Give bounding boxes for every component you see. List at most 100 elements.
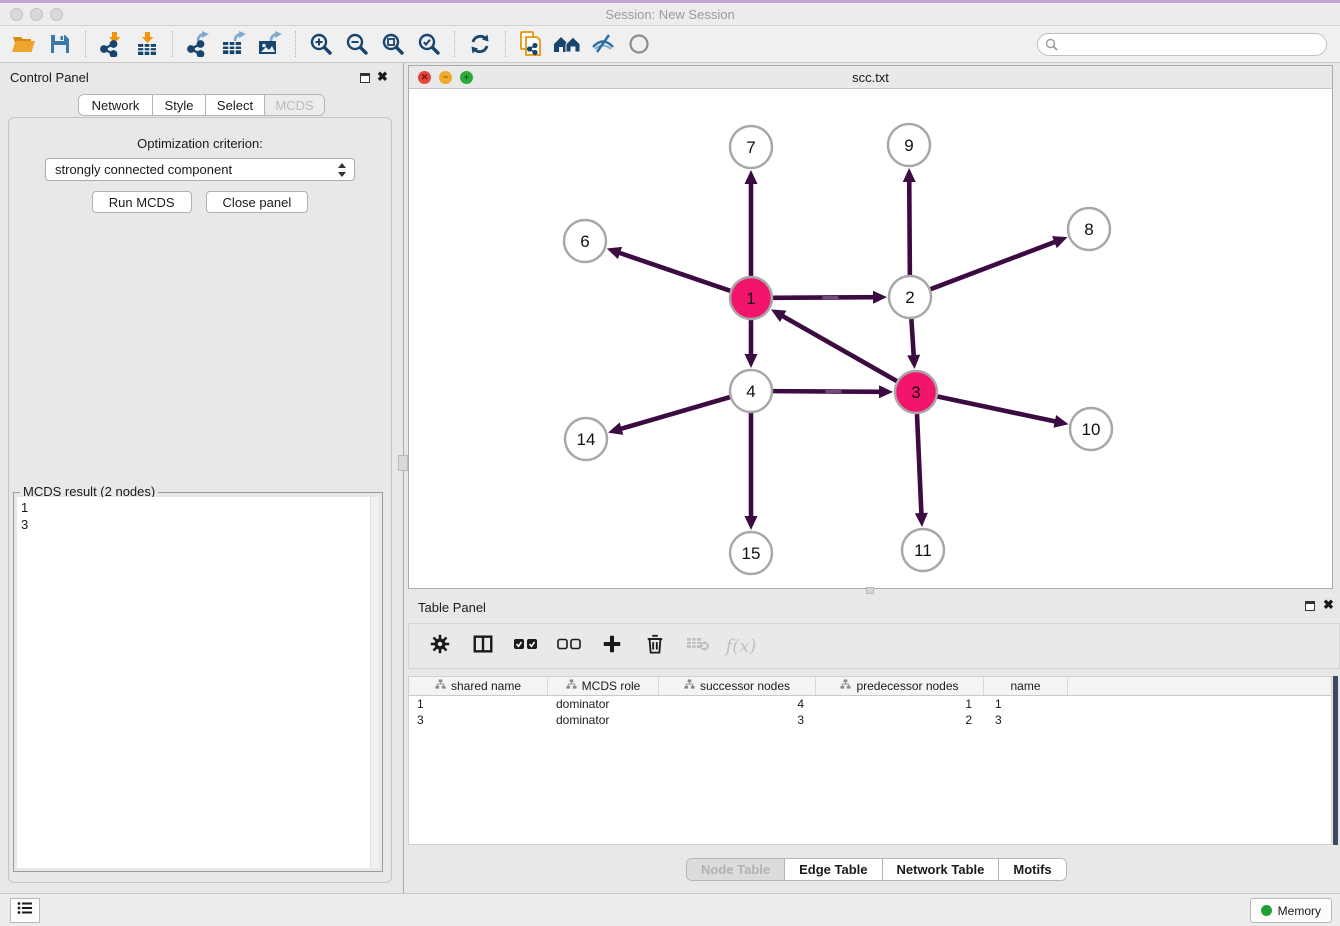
- float-panel-icon[interactable]: [360, 73, 370, 83]
- tab-style[interactable]: Style: [152, 95, 205, 115]
- function-builder-button[interactable]: f(x): [728, 633, 754, 659]
- cell-successor-nodes: 3: [659, 712, 816, 728]
- svg-text:10: 10: [1082, 420, 1101, 439]
- search-icon: [1045, 38, 1058, 56]
- svg-text:8: 8: [1084, 220, 1093, 239]
- tree-icon: [684, 679, 695, 693]
- table-panel: Table Panel ✖: [408, 595, 1340, 889]
- tab-edge-table[interactable]: Edge Table: [784, 859, 881, 880]
- mcds-panel-body: Optimization criterion: strongly connect…: [8, 117, 392, 883]
- tab-network-table[interactable]: Network Table: [882, 859, 999, 880]
- column-header-mcds-role[interactable]: MCDS role: [548, 677, 659, 695]
- close-panel-icon[interactable]: ✖: [377, 69, 388, 85]
- open-session-button[interactable]: [6, 28, 42, 60]
- import-table-button[interactable]: [129, 28, 165, 60]
- table-row[interactable]: 3 dominator 3 2 3: [409, 712, 1331, 728]
- cell-shared-name: 1: [409, 696, 548, 712]
- zoom-fit-button[interactable]: [375, 28, 411, 60]
- delete-table-icon: [686, 635, 710, 658]
- run-mcds-button[interactable]: Run MCDS: [92, 191, 192, 213]
- zoom-out-button[interactable]: [339, 28, 375, 60]
- toolbar-separator: [295, 31, 296, 57]
- zoom-selected-button[interactable]: [411, 28, 447, 60]
- tab-motifs[interactable]: Motifs: [998, 859, 1065, 880]
- show-column-panel-button[interactable]: [470, 633, 496, 659]
- table-scrollbar[interactable]: [1333, 676, 1338, 845]
- hide-graphics-details-button[interactable]: [585, 28, 621, 60]
- mcds-result-line: 3: [21, 516, 375, 533]
- table-panel-tabs: Node Table Edge Table Network Table Moti…: [686, 858, 1067, 881]
- memory-button[interactable]: Memory: [1250, 898, 1332, 923]
- zoom-fit-icon: [381, 32, 405, 56]
- result-scrollbar[interactable]: [370, 497, 379, 868]
- close-table-panel-icon[interactable]: ✖: [1323, 597, 1334, 613]
- show-hide-button[interactable]: [621, 28, 657, 60]
- delete-column-button[interactable]: [642, 633, 668, 659]
- network-canvas[interactable]: 1234678910111415: [409, 89, 1332, 588]
- column-header-name[interactable]: name: [984, 677, 1068, 695]
- apply-layout-button[interactable]: [462, 28, 498, 60]
- table-panel-title: Table Panel: [418, 600, 486, 615]
- column-header-shared-name[interactable]: shared name: [409, 677, 548, 695]
- svg-text:15: 15: [742, 544, 761, 563]
- task-history-button[interactable]: [10, 898, 40, 923]
- export-network-button[interactable]: [180, 28, 216, 60]
- control-panel-header: Control Panel ✖: [0, 66, 400, 90]
- import-network-button[interactable]: [93, 28, 129, 60]
- svg-text:14: 14: [577, 430, 596, 449]
- network-window-titlebar[interactable]: ✕ − + scc.txt: [409, 66, 1332, 89]
- node-table: shared name MCDS role successor nodes pr…: [408, 676, 1332, 845]
- dropdown-stepper-icon: [337, 162, 348, 178]
- tab-select[interactable]: Select: [205, 95, 264, 115]
- export-image-icon: [257, 31, 283, 57]
- delete-table-button[interactable]: [685, 633, 711, 659]
- mcds-result-box: MCDS result (2 nodes) 1 3: [13, 492, 383, 872]
- home-neighbors-button[interactable]: [549, 28, 585, 60]
- criterion-dropdown[interactable]: strongly connected component: [45, 158, 355, 181]
- memory-label: Memory: [1278, 904, 1321, 918]
- export-image-button[interactable]: [252, 28, 288, 60]
- zoom-in-button[interactable]: [303, 28, 339, 60]
- zoom-selected-icon: [417, 32, 441, 56]
- panel-divider[interactable]: [403, 63, 404, 893]
- cell-mcds-role: dominator: [548, 712, 659, 728]
- svg-text:9: 9: [904, 136, 913, 155]
- svg-text:4: 4: [746, 382, 755, 401]
- table-row[interactable]: 1 dominator 4 1 1: [409, 696, 1331, 712]
- export-table-button[interactable]: [216, 28, 252, 60]
- copy-network-document-icon: [518, 30, 544, 58]
- mcds-result-text[interactable]: 1 3: [17, 497, 379, 868]
- create-column-button[interactable]: [599, 633, 625, 659]
- checked-boxes-icon: [514, 637, 538, 655]
- split-columns-icon: [472, 633, 494, 660]
- cell-predecessor-nodes: 2: [816, 712, 984, 728]
- cell-name: 3: [984, 712, 1068, 728]
- gear-icon: [429, 633, 451, 660]
- svg-text:6: 6: [580, 232, 589, 251]
- table-panel-header: Table Panel ✖: [408, 595, 1340, 619]
- save-session-button[interactable]: [42, 28, 78, 60]
- tree-icon: [435, 679, 446, 693]
- status-bar: Memory: [0, 893, 1340, 926]
- trash-icon: [645, 633, 665, 660]
- mcds-result-line: 1: [21, 499, 375, 516]
- control-panel-tabs: Network Style Select MCDS: [78, 94, 325, 116]
- deselect-all-rows-button[interactable]: [556, 633, 582, 659]
- network-resize-grip[interactable]: [866, 587, 874, 594]
- refresh-icon: [468, 32, 492, 56]
- float-table-panel-icon[interactable]: [1305, 601, 1315, 611]
- tab-network[interactable]: Network: [79, 95, 152, 115]
- column-header-predecessor-nodes[interactable]: predecessor nodes: [816, 677, 984, 695]
- tab-node-table[interactable]: Node Table: [687, 859, 784, 880]
- column-label: successor nodes: [700, 679, 790, 693]
- tree-icon: [840, 679, 851, 693]
- svg-text:3: 3: [911, 383, 920, 402]
- search-input[interactable]: [1037, 33, 1327, 56]
- tab-mcds[interactable]: MCDS: [264, 95, 324, 115]
- cell-mcds-role: dominator: [548, 696, 659, 712]
- clone-network-button[interactable]: [513, 28, 549, 60]
- column-header-successor-nodes[interactable]: successor nodes: [659, 677, 816, 695]
- table-settings-button[interactable]: [427, 633, 453, 659]
- select-all-rows-button[interactable]: [513, 633, 539, 659]
- close-panel-button[interactable]: Close panel: [206, 191, 309, 213]
